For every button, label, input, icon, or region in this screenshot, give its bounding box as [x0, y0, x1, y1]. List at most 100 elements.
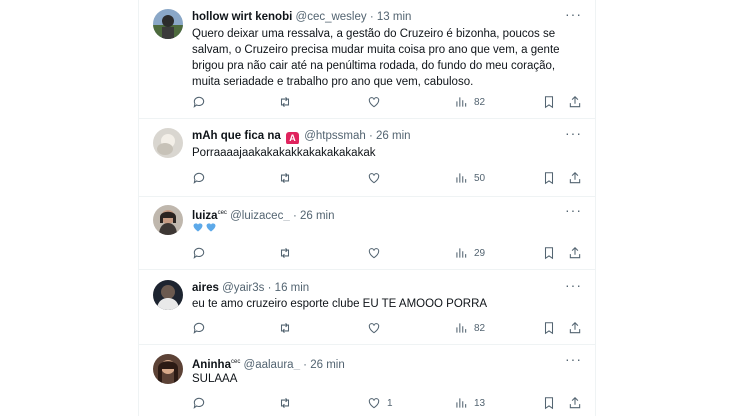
heart-icon — [368, 398, 380, 409]
tweet[interactable]: hollow wirt kenobi @cec_wesley · 13 min … — [139, 0, 595, 119]
tweet-header: Aninhacec @aalaura_ · 26 min — [192, 354, 565, 370]
display-name[interactable]: aires — [192, 282, 219, 294]
avatar[interactable] — [153, 280, 183, 310]
reply-button[interactable] — [192, 395, 206, 411]
display-name[interactable]: mAh que fica na — [192, 130, 281, 142]
name-badge: A — [286, 132, 300, 144]
views-icon — [456, 173, 467, 183]
tweet[interactable]: aires @yair3s · 16 min ··· eu te amo cru… — [139, 270, 595, 345]
like-count: 1 — [387, 397, 393, 409]
like-button[interactable] — [367, 170, 387, 186]
bookmark-icon — [544, 172, 554, 185]
tweet[interactable]: Aninhacec @aalaura_ · 26 min ··· SULAAA … — [139, 345, 595, 416]
reply-icon — [193, 322, 205, 334]
tweet-header: mAh que fica na A @htpssmah · 26 min — [192, 128, 565, 144]
retweet-button[interactable] — [278, 170, 292, 186]
share-button[interactable] — [568, 320, 582, 336]
views-button[interactable]: 82 — [454, 94, 485, 110]
avatar[interactable] — [153, 9, 183, 39]
user-handle[interactable]: @cec_wesley — [296, 11, 367, 23]
bookmark-button[interactable] — [542, 245, 556, 261]
bookmark-button[interactable] — [542, 94, 556, 110]
timestamp[interactable]: 26 min — [310, 359, 345, 370]
tweet-text — [192, 221, 581, 237]
name-superscript: cec — [230, 359, 241, 365]
timestamp[interactable]: 26 min — [376, 130, 411, 142]
display-name[interactable]: luiza — [192, 210, 218, 221]
views-icon — [456, 97, 467, 107]
retweet-button[interactable] — [278, 395, 292, 411]
reply-button[interactable] — [192, 170, 206, 186]
share-button[interactable] — [568, 170, 582, 186]
more-icon[interactable]: ··· — [565, 126, 581, 144]
reply-button[interactable] — [192, 320, 206, 336]
user-handle[interactable]: @htpssmah — [304, 130, 366, 142]
tweet-header: aires @yair3s · 16 min — [192, 280, 565, 296]
like-button[interactable] — [367, 320, 387, 336]
user-handle[interactable]: @aalaura_ — [244, 359, 300, 370]
share-icon — [569, 96, 581, 108]
avatar[interactable] — [153, 128, 183, 158]
bookmark-icon — [544, 247, 554, 260]
heart-icon — [368, 173, 380, 184]
user-handle[interactable]: @yair3s — [222, 282, 264, 294]
timestamp[interactable]: 13 min — [377, 11, 412, 23]
like-button[interactable]: 1 — [367, 395, 393, 411]
separator-dot: · — [368, 130, 373, 142]
tweet-actions: 1 13 — [192, 395, 581, 411]
reply-icon — [193, 172, 205, 184]
reply-feed: hollow wirt kenobi @cec_wesley · 13 min … — [138, 0, 596, 416]
tweet-text: eu te amo cruzeiro esporte clube EU TE A… — [192, 298, 488, 310]
view-count: 82 — [474, 96, 486, 108]
bookmark-icon — [544, 397, 554, 410]
tweet-text: Porraaaajaakakakakkakakakakakak — [192, 147, 376, 159]
bookmark-icon — [544, 96, 554, 109]
more-icon[interactable]: ··· — [565, 203, 581, 221]
tweet[interactable]: mAh que fica na A @htpssmah · 26 min ···… — [139, 119, 595, 197]
separator-dot: · — [292, 210, 297, 221]
tweet-header: luizacec @luizacec_ · 26 min — [192, 205, 565, 221]
blue-heart-emoji-icon — [206, 223, 216, 232]
share-button[interactable] — [568, 245, 582, 261]
views-icon — [456, 248, 467, 258]
avatar[interactable] — [153, 354, 183, 384]
view-count: 82 — [474, 322, 486, 334]
timestamp[interactable]: 26 min — [300, 210, 335, 221]
reply-button[interactable] — [192, 245, 206, 261]
share-icon — [569, 397, 581, 409]
avatar-image — [153, 354, 183, 384]
blue-heart-emoji-icon — [193, 223, 203, 232]
tweet[interactable]: luizacec @luizacec_ · 26 min ··· 29 — [139, 197, 595, 270]
retweet-button[interactable] — [278, 245, 292, 261]
bookmark-button[interactable] — [542, 320, 556, 336]
share-button[interactable] — [568, 395, 582, 411]
more-icon[interactable]: ··· — [565, 278, 581, 296]
view-count: 13 — [474, 397, 486, 409]
avatar-image — [153, 280, 183, 310]
bookmark-button[interactable] — [542, 395, 556, 411]
like-button[interactable] — [367, 94, 387, 110]
like-button[interactable] — [367, 245, 387, 261]
share-button[interactable] — [568, 94, 582, 110]
retweet-button[interactable] — [278, 320, 292, 336]
separator-dot: · — [267, 282, 272, 294]
heart-icon — [368, 248, 380, 259]
timestamp[interactable]: 16 min — [275, 282, 310, 294]
more-icon[interactable]: ··· — [565, 352, 581, 370]
display-name[interactable]: Aninha — [192, 359, 231, 370]
views-button[interactable]: 50 — [454, 170, 485, 186]
tweet-text: SULAAA — [192, 373, 238, 385]
views-button[interactable]: 29 — [454, 245, 485, 261]
share-icon — [569, 322, 581, 334]
user-handle[interactable]: @luizacec_ — [230, 210, 290, 221]
bookmark-button[interactable] — [542, 170, 556, 186]
views-button[interactable]: 13 — [454, 395, 485, 411]
views-button[interactable]: 82 — [454, 320, 485, 336]
reply-icon — [193, 96, 205, 108]
display-name[interactable]: hollow wirt kenobi — [192, 11, 292, 23]
more-icon[interactable]: ··· — [565, 7, 581, 25]
reply-button[interactable] — [192, 94, 206, 110]
avatar[interactable] — [153, 205, 183, 235]
retweet-button[interactable] — [278, 94, 292, 110]
tweet-actions: 82 — [192, 94, 581, 110]
